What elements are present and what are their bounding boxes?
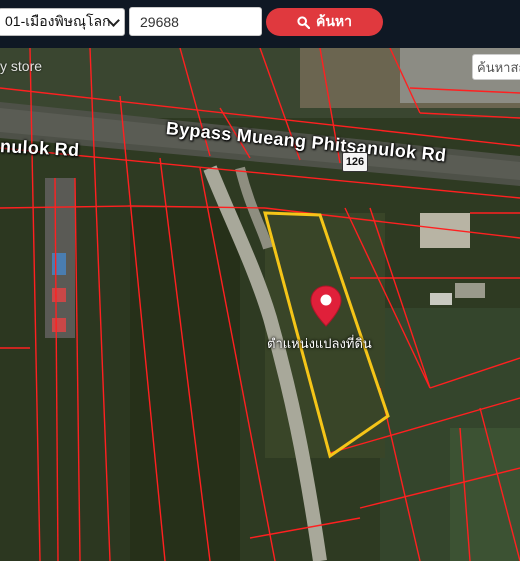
satellite-map[interactable]: ค้นหาสถ y store Bypass Mueang Phitsanulo… xyxy=(0,48,520,561)
search-button-label: ค้นหา xyxy=(315,13,353,29)
road-label-left: nulok Rd xyxy=(0,136,80,161)
district-select-value: 01-เมืองพิษณุโลก xyxy=(5,13,111,29)
search-button[interactable]: ค้นหา xyxy=(266,8,383,36)
parcel-caption: ตำแหน่งแปลงที่ดิน xyxy=(267,336,372,351)
district-select[interactable]: 01-เมืองพิษณุโลก xyxy=(0,8,125,36)
map-search-box[interactable]: ค้นหาสถ xyxy=(472,54,520,80)
highway-shield: 126 xyxy=(342,152,368,172)
map-imagery xyxy=(0,48,520,561)
location-marker-icon[interactable] xyxy=(309,284,343,328)
store-label: y store xyxy=(0,58,43,74)
top-toolbar: 01-เมืองพิษณุโลก ค้นหา xyxy=(0,0,520,48)
parcel-number-input[interactable] xyxy=(129,7,262,36)
search-icon xyxy=(297,15,310,29)
